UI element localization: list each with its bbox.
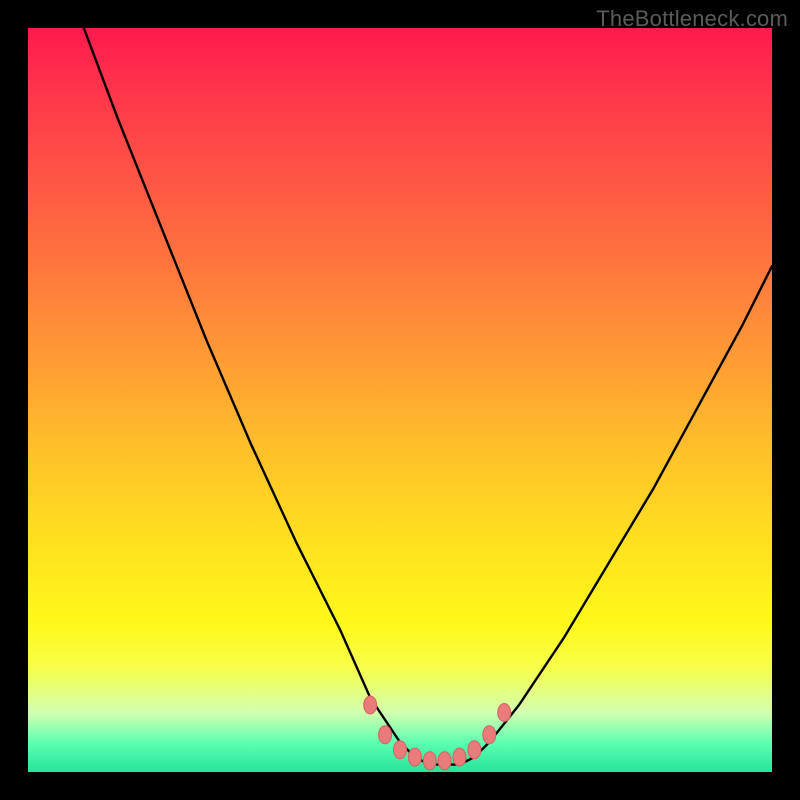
curve-marker (408, 748, 421, 766)
curve-marker (453, 748, 466, 766)
curve-marker (483, 726, 496, 744)
curve-marker (423, 752, 436, 770)
curve-marker (379, 726, 392, 744)
curve-marker (438, 752, 451, 770)
bottleneck-curve (28, 28, 772, 765)
chart-frame: TheBottleneck.com (0, 0, 800, 800)
curve-markers (364, 696, 511, 770)
curve-marker (394, 741, 407, 759)
curve-marker (364, 696, 377, 714)
chart-plot-area (28, 28, 772, 772)
chart-svg (28, 28, 772, 772)
watermark-text: TheBottleneck.com (596, 6, 788, 32)
curve-marker (468, 741, 481, 759)
curve-marker (498, 704, 511, 722)
